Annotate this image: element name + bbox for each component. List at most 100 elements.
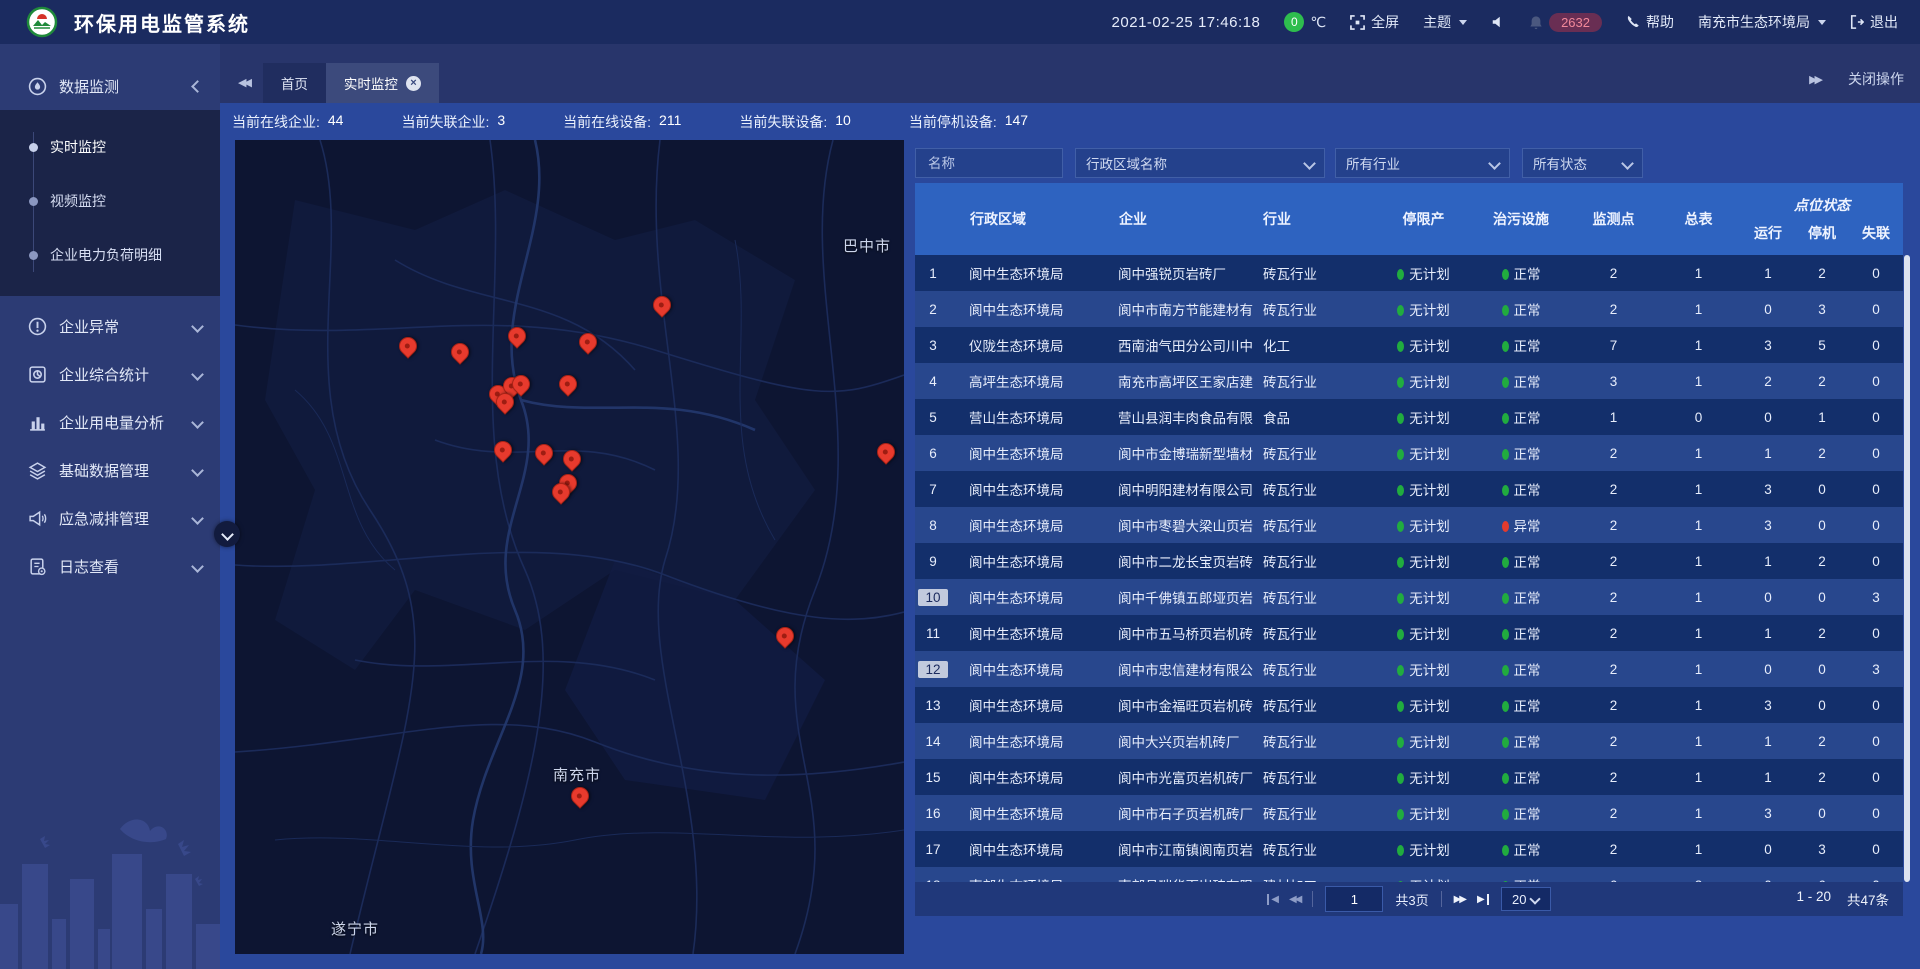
map-pin-icon[interactable] xyxy=(567,783,592,808)
cell-total-meters: 1 xyxy=(1656,446,1741,461)
map-pin-icon[interactable] xyxy=(531,440,556,465)
table-row[interactable]: 2 阆中生态环境局 阆中市南方节能建材有 砖瓦行业 无计划 正常 2 1 0 3… xyxy=(915,291,1903,327)
sidebar-item-label: 企业异常 xyxy=(59,316,193,337)
table-row[interactable]: 16 阆中生态环境局 阆中市石子页岩机砖厂 砖瓦行业 无计划 正常 2 1 3 … xyxy=(915,795,1903,831)
next-page-button[interactable]: ▶▶ xyxy=(1454,894,1465,905)
table-row[interactable]: 15 阆中生态环境局 阆中市光富页岩机砖厂 砖瓦行业 无计划 正常 2 1 1 … xyxy=(915,759,1903,795)
tab-realtime-monitoring[interactable]: 实时监控 × xyxy=(326,63,439,103)
logout-button[interactable]: 退出 xyxy=(1850,12,1898,32)
map-panel[interactable]: 巴中市南充市遂宁市 xyxy=(235,140,904,954)
table-row[interactable]: 14 阆中生态环境局 阆中大兴页岩机砖厂 砖瓦行业 无计划 正常 2 1 1 2… xyxy=(915,723,1903,759)
tab-label: 首页 xyxy=(281,73,308,93)
page-size-select[interactable]: 20 xyxy=(1501,887,1551,911)
cell-total-meters: 1 xyxy=(1656,590,1741,605)
total-pages-label: 共3页 xyxy=(1395,890,1428,909)
map-pin-icon[interactable] xyxy=(772,623,797,648)
theme-dropdown[interactable]: 主题 xyxy=(1423,12,1467,32)
sidebar-item-enterprise-abnormal[interactable]: 企业异常 xyxy=(0,302,220,350)
map-pin-icon[interactable] xyxy=(490,437,515,462)
map-pin-icon[interactable] xyxy=(575,329,600,354)
map-pin-icon[interactable] xyxy=(447,339,472,364)
industry-select[interactable]: 所有行业 xyxy=(1335,148,1510,178)
sidebar-collapse-handle[interactable] xyxy=(214,521,240,547)
user-org-dropdown[interactable]: 南充市生态环境局 xyxy=(1698,12,1826,32)
cell-region: 高坪生态环境局 xyxy=(951,371,1111,391)
cell-index: 4 xyxy=(915,373,951,390)
last-page-button[interactable]: ▶ xyxy=(1477,894,1489,905)
previous-page-button[interactable]: ◀◀ xyxy=(1289,894,1300,905)
sidebar-item-data-monitoring[interactable]: 数据监测 xyxy=(0,62,220,110)
sidebar-item-power-analysis[interactable]: 企业用电量分析 xyxy=(0,398,220,446)
cell-region: 阆中生态环境局 xyxy=(951,803,1111,823)
map-pin-icon[interactable] xyxy=(559,446,584,471)
table-row[interactable]: 17 阆中生态环境局 阆中市江南镇阆南页岩 砖瓦行业 无计划 正常 2 1 0 … xyxy=(915,831,1903,867)
cell-stopped: 0 xyxy=(1795,518,1849,533)
cell-monitor-points: 2 xyxy=(1571,590,1656,605)
table-row[interactable]: 11 阆中生态环境局 阆中市五马桥页岩机砖 砖瓦行业 无计划 正常 2 1 1 … xyxy=(915,615,1903,651)
page-number-input[interactable] xyxy=(1325,886,1383,912)
header-stopped: 停机 xyxy=(1795,223,1849,243)
cell-stopped: 2 xyxy=(1795,446,1849,461)
table-scrollbar[interactable] xyxy=(1904,255,1910,882)
cell-monitor-points: 2 xyxy=(1571,770,1656,785)
region-select[interactable]: 行政区域名称 xyxy=(1075,148,1325,178)
cell-running: 1 xyxy=(1741,770,1795,785)
map-pin-icon[interactable] xyxy=(873,439,898,464)
cell-index: 17 xyxy=(915,841,951,858)
tabs-scroll-right-button[interactable]: ▶▶ xyxy=(1809,73,1820,86)
cell-total-meters: 1 xyxy=(1656,626,1741,641)
fullscreen-button[interactable]: 全屏 xyxy=(1350,12,1399,32)
cell-industry: 砖瓦行业 xyxy=(1261,263,1376,283)
sidebar-item-label: 数据监测 xyxy=(59,76,193,97)
sidebar-item-emergency-reduction[interactable]: 应急减排管理 xyxy=(0,494,220,542)
status-select[interactable]: 所有状态 xyxy=(1522,148,1643,178)
cell-stopped: 3 xyxy=(1795,302,1849,317)
help-button[interactable]: 帮助 xyxy=(1626,12,1674,32)
temperature-widget: 0 ℃ xyxy=(1284,12,1326,32)
sidebar-item-enterprise-statistics[interactable]: 企业综合统计 xyxy=(0,350,220,398)
cell-stopped: 0 xyxy=(1795,698,1849,713)
cell-region: 阆中生态环境局 xyxy=(951,659,1111,679)
table-row[interactable]: 3 仪陇生态环境局 西南油气田分公司川中 化工 无计划 正常 7 1 3 5 0 xyxy=(915,327,1903,363)
map-pin-icon[interactable] xyxy=(504,323,529,348)
sidebar-item-power-load-detail[interactable]: 企业电力负荷明细 xyxy=(0,228,220,282)
cell-treatment-facility: 正常 xyxy=(1471,407,1571,427)
tab-home[interactable]: 首页 xyxy=(263,63,326,103)
table-row[interactable]: 13 阆中生态环境局 阆中市金福旺页岩机砖 砖瓦行业 无计划 正常 2 1 3 … xyxy=(915,687,1903,723)
table-row[interactable]: 12 阆中生态环境局 阆中市忠信建材有限公 砖瓦行业 无计划 正常 2 1 0 … xyxy=(915,651,1903,687)
map-pin-icon[interactable] xyxy=(649,292,674,317)
datetime-display: 2021-02-25 17:46:18 xyxy=(1112,14,1261,31)
table-row[interactable]: 10 阆中生态环境局 阆中千佛镇五郎垭页岩 砖瓦行业 无计划 正常 2 1 0 … xyxy=(915,579,1903,615)
close-operations-button[interactable]: 关闭操作 xyxy=(1848,69,1904,89)
notifications-button[interactable]: 2632 xyxy=(1529,13,1602,32)
cell-industry: 建材加工 xyxy=(1261,875,1376,882)
sidebar-item-log-view[interactable]: 日志查看 xyxy=(0,542,220,590)
table-header: 行政区域 企业 行业 停限产 治污设施 监测点 总表 点位状态 运行 停机 失联 xyxy=(915,183,1903,255)
mute-speaker-button[interactable] xyxy=(1491,15,1505,29)
header-treatment-facility: 治污设施 xyxy=(1471,183,1571,255)
cell-lost: 0 xyxy=(1849,266,1903,281)
table-row[interactable]: 6 阆中生态环境局 阆中市金博瑞新型墙材 砖瓦行业 无计划 正常 2 1 1 2… xyxy=(915,435,1903,471)
sidebar-item-video-monitoring[interactable]: 视频监控 xyxy=(0,174,220,228)
filter-bar: 行政区域名称 所有行业 所有状态 xyxy=(915,148,1903,178)
cell-region: 仪陇生态环境局 xyxy=(951,335,1111,355)
table-row[interactable]: 4 高坪生态环境局 南充市高坪区王家店建 砖瓦行业 无计划 正常 3 1 2 2… xyxy=(915,363,1903,399)
table-row[interactable]: 8 阆中生态环境局 阆中市枣碧大梁山页岩 砖瓦行业 无计划 异常 2 1 3 0… xyxy=(915,507,1903,543)
sidebar-item-base-data[interactable]: 基础数据管理 xyxy=(0,446,220,494)
map-pin-icon[interactable] xyxy=(555,371,580,396)
table-row[interactable]: 1 阆中生态环境局 阆中强锐页岩砖厂 砖瓦行业 无计划 正常 2 1 1 2 0 xyxy=(915,255,1903,291)
map-pin-icon[interactable] xyxy=(395,333,420,358)
cell-region: 阆中生态环境局 xyxy=(951,767,1111,787)
cell-industry: 砖瓦行业 xyxy=(1261,443,1376,463)
table-row[interactable]: 7 阆中生态环境局 阆中明阳建材有限公司 砖瓦行业 无计划 正常 2 1 3 0… xyxy=(915,471,1903,507)
table-row[interactable]: 18 南部生态环境局 南部县瑞华页岩砖有限 建材加工 无计划 正常 6 2 0 … xyxy=(915,867,1903,882)
name-search-input[interactable] xyxy=(926,155,1052,172)
sidebar-item-realtime-monitoring[interactable]: 实时监控 xyxy=(0,120,220,174)
table-row[interactable]: 5 营山生态环境局 营山县润丰肉食品有限 食品 无计划 正常 1 0 0 1 0 xyxy=(915,399,1903,435)
table-row[interactable]: 9 阆中生态环境局 阆中市二龙长宝页岩砖 砖瓦行业 无计划 正常 2 1 1 2… xyxy=(915,543,1903,579)
cell-company: 阆中强锐页岩砖厂 xyxy=(1111,263,1261,283)
cell-monitor-points: 2 xyxy=(1571,554,1656,569)
first-page-button[interactable]: ◀ xyxy=(1267,894,1277,905)
tab-close-icon[interactable]: × xyxy=(406,76,421,91)
tabs-scroll-left-button[interactable]: ◀◀ xyxy=(220,76,263,103)
